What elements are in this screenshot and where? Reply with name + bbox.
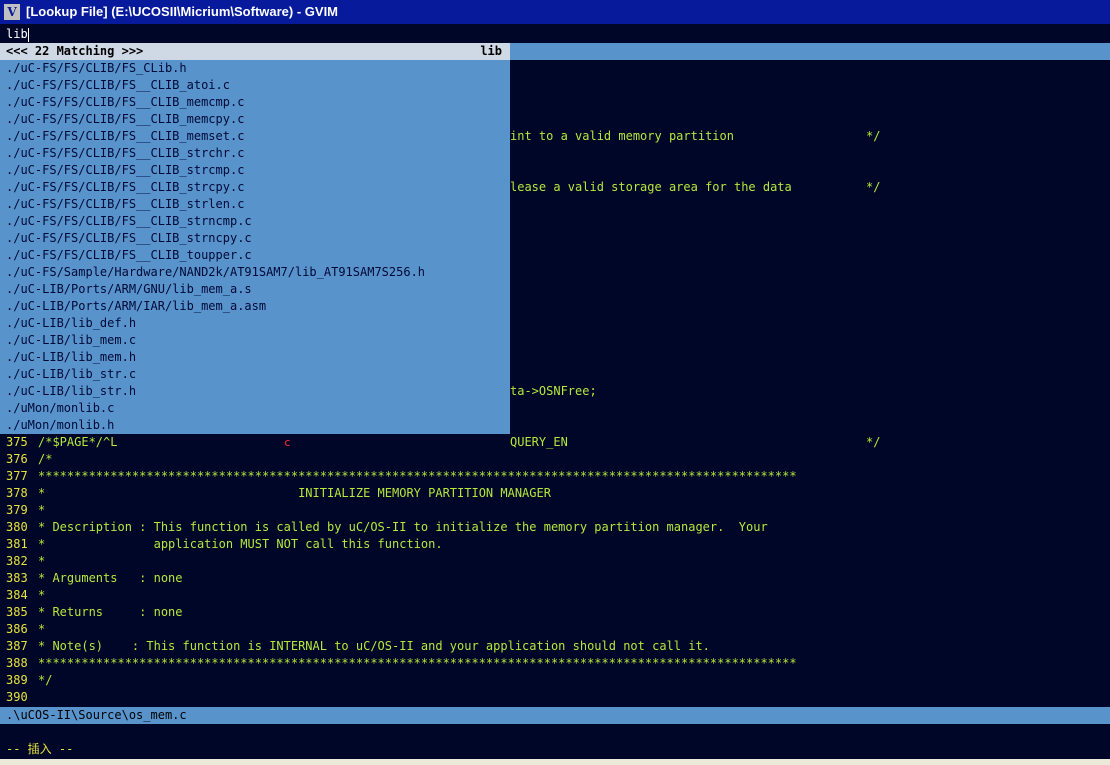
code-line: 386 * (0, 621, 1110, 638)
line-text: * (38, 554, 46, 568)
lookup-pattern: lib (480, 44, 502, 58)
lookup-item[interactable]: ./uC-LIB/lib_str.c (6, 366, 136, 383)
lookup-item[interactable]: ./uC-FS/FS/CLIB/FS__CLIB_atoi.c (6, 77, 230, 94)
window-title: [Lookup File] (E:\UCOSII\Micrium\Softwar… (26, 4, 339, 19)
line-number: 375 (6, 435, 28, 449)
line-text: * Description : This function is called … (38, 520, 768, 534)
line-number: 381 (6, 537, 28, 551)
line-number: 389 (6, 673, 28, 687)
lookup-prompt-input[interactable]: lib (0, 26, 1110, 43)
line-text: * Arguments : none (38, 571, 183, 585)
line-number: 377 (6, 469, 28, 483)
vim-icon[interactable]: V (4, 4, 20, 20)
lookup-item[interactable]: ./uC-LIB/lib_mem.c (6, 332, 136, 349)
red-marker: c (284, 436, 291, 449)
code-line: 380 * Description : This function is call… (0, 519, 1110, 536)
code-line: 375 /*$PAGE*/^L (0, 434, 1110, 451)
lookup-item[interactable]: ./uC-LIB/Ports/ARM/GNU/lib_mem_a.s (6, 281, 252, 298)
buffer-text-fragment: lease a valid storage area for the data (510, 180, 792, 194)
line-number: 376 (6, 452, 28, 466)
lookup-item[interactable]: ./uC-FS/FS/CLIB/FS__CLIB_strlen.c (6, 196, 244, 213)
line-text: /*$PAGE*/^L (38, 435, 118, 449)
lookup-item[interactable]: ./uMon/monlib.h (6, 417, 114, 434)
code-line: 385 * Returns : none (0, 604, 1110, 621)
window-bottom-edge (0, 759, 1110, 765)
mode-indicator: -- 插入 -- (6, 742, 74, 756)
buffer-text-fragment: ta->OSNFree; (510, 384, 597, 398)
lookup-item[interactable]: ./uC-FS/FS/CLIB/FS__CLIB_strcpy.c (6, 179, 244, 196)
matching-count-bar: <<< 22 Matching >>> lib (0, 43, 510, 60)
code-line: 377 *************************************… (0, 468, 1110, 485)
line-text: * application MUST NOT call this functio… (38, 537, 443, 551)
line-text: * Returns : none (38, 605, 183, 619)
buffer-text-fragment: int to a valid memory partition (510, 129, 734, 143)
lookup-item[interactable]: ./uC-FS/FS/CLIB/FS__CLIB_strncmp.c (6, 213, 252, 230)
lookup-item[interactable]: ./uC-FS/FS/CLIB/FS__CLIB_memcmp.c (6, 94, 244, 111)
line-number: 385 (6, 605, 28, 619)
text-cursor (27, 27, 29, 42)
line-text: ****************************************… (38, 469, 797, 483)
lookup-item[interactable]: ./uC-LIB/lib_str.h (6, 383, 136, 400)
line-number: 387 (6, 639, 28, 653)
lookup-item[interactable]: ./uC-LIB/lib_def.h (6, 315, 136, 332)
line-number: 390 (6, 690, 28, 704)
line-text: * INITIALIZE MEMORY PARTITION MANAGER (38, 486, 551, 500)
code-line: 381 * application MUST NOT call this func… (0, 536, 1110, 553)
lookup-item[interactable]: ./uC-FS/FS/CLIB/FS__CLIB_memset.c (6, 128, 244, 145)
code-line: 383 * Arguments : none (0, 570, 1110, 587)
code-line: 389 */ (0, 672, 1110, 689)
line-number: 383 (6, 571, 28, 585)
lookup-item[interactable]: ./uC-FS/FS/CLIB/FS__CLIB_strchr.c (6, 145, 244, 162)
comment-close: */ (866, 180, 881, 194)
comment-close: */ (866, 129, 881, 143)
line-text: * Note(s) : This function is INTERNAL to… (38, 639, 710, 653)
line-number: 379 (6, 503, 28, 517)
code-line: 382 * (0, 553, 1110, 570)
lookup-header: <<< 22 Matching >>> lib (0, 43, 1110, 60)
lookup-item[interactable]: ./uC-FS/FS/CLIB/FS__CLIB_strcmp.c (6, 162, 244, 179)
matching-count: <<< 22 Matching >>> (6, 44, 144, 58)
code-line: 390 (0, 689, 1110, 706)
code-line: 384 * (0, 587, 1110, 604)
lookup-item[interactable]: ./uC-FS/Sample/Hardware/NAND2k/AT91SAM7/… (6, 264, 425, 281)
line-number: 382 (6, 554, 28, 568)
lookup-item[interactable]: ./uC-FS/FS/CLIB/FS__CLIB_toupper.c (6, 247, 252, 264)
title-bar: V [Lookup File] (E:\UCOSII\Micrium\Softw… (0, 0, 1110, 24)
lookup-item[interactable]: ./uC-LIB/Ports/ARM/IAR/lib_mem_a.asm (6, 298, 266, 315)
code-line: 378 * INITIALIZE MEMORY PARTITION MANAGER (0, 485, 1110, 502)
line-number: 384 (6, 588, 28, 602)
lookup-item[interactable]: ./uC-LIB/lib_mem.h (6, 349, 136, 366)
prompt-value: lib (6, 27, 28, 41)
line-text: * (38, 588, 46, 602)
code-line: 388 *************************************… (0, 655, 1110, 672)
line-text: ****************************************… (38, 656, 797, 670)
line-text: /* (38, 452, 53, 466)
line-text: * (38, 503, 46, 517)
lookup-item[interactable]: ./uC-FS/FS/CLIB/FS__CLIB_memcpy.c (6, 111, 244, 128)
line-text: */ (38, 673, 53, 687)
lookup-item[interactable]: ./uMon/monlib.c (6, 400, 114, 417)
code-line: 376 /* (0, 451, 1110, 468)
line-number: 388 (6, 656, 28, 670)
lookup-item[interactable]: ./uC-FS/FS/CLIB/FS__CLIB_strncpy.c (6, 230, 252, 247)
line-number: 378 (6, 486, 28, 500)
code-line: 379 * (0, 502, 1110, 519)
status-line: .\uCOS-II\Source\os_mem.c (0, 707, 1110, 724)
line-number: 380 (6, 520, 28, 534)
code-line: 387 * Note(s) : This function is INTERNAL… (0, 638, 1110, 655)
line-number: 386 (6, 622, 28, 636)
lookup-item[interactable]: ./uC-FS/FS/CLIB/FS_CLib.h (6, 60, 187, 77)
line-text: * (38, 622, 46, 636)
lookup-result-list[interactable]: ./uC-FS/FS/CLIB/FS_CLib.h ./uC-FS/FS/CLIB… (0, 60, 510, 434)
